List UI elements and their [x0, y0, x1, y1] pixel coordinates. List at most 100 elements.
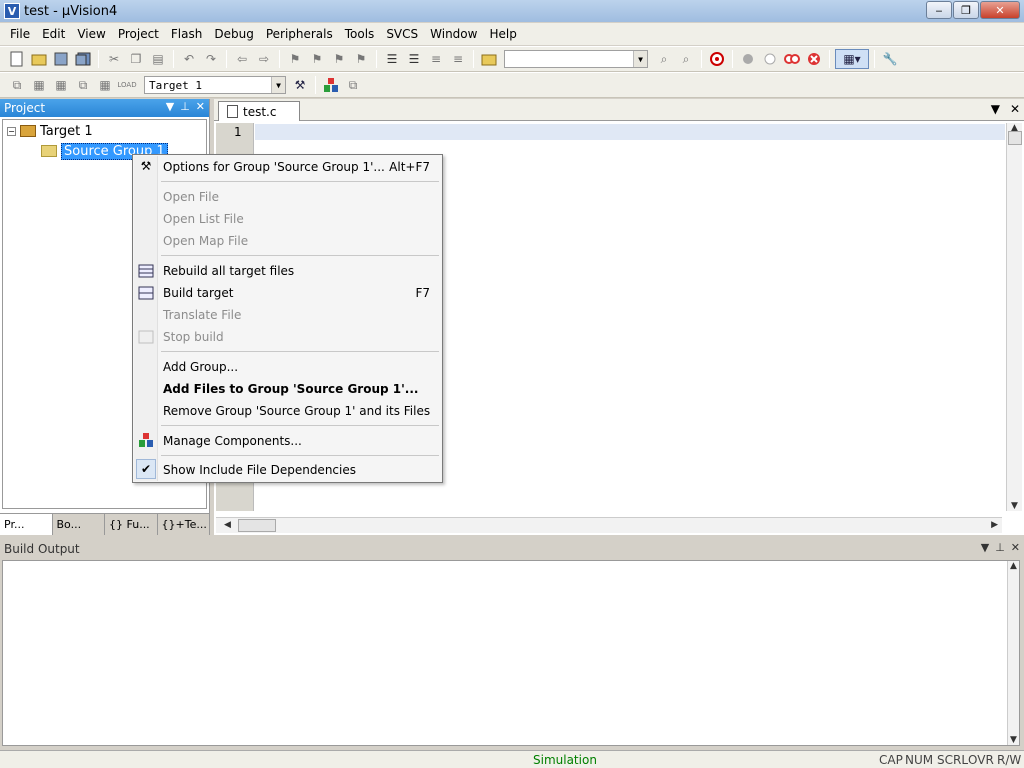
incremental-find-icon[interactable]: ⌕	[654, 49, 674, 69]
menu-flash[interactable]: Flash	[165, 24, 208, 44]
kill-breakpoints-icon[interactable]	[804, 49, 824, 69]
stop-build-icon[interactable]: ▦	[95, 75, 115, 95]
new-file-icon[interactable]	[7, 49, 27, 69]
menu-item-options-for-group[interactable]: Options for Group 'Source Group 1'... Al…	[163, 157, 438, 177]
open-folder-icon[interactable]	[29, 49, 49, 69]
close-icon[interactable]: ✕	[1011, 541, 1020, 554]
download-load-icon[interactable]: LOAD	[117, 75, 137, 95]
bookmark-clear-icon[interactable]: ⚑	[351, 49, 371, 69]
comment-icon[interactable]: ≡	[426, 49, 446, 69]
collapse-icon[interactable]: −	[7, 126, 16, 136]
scroll-left-icon[interactable]: ◀	[224, 520, 231, 530]
menu-tools[interactable]: Tools	[339, 24, 381, 44]
tab-books[interactable]: Bo...	[52, 514, 105, 535]
copy-icon[interactable]: ❐	[126, 49, 146, 69]
target-select[interactable]: Target 1 ▼	[144, 76, 286, 94]
menu-item-add-group[interactable]: Add Group...	[163, 357, 438, 377]
menu-help[interactable]: Help	[483, 24, 522, 44]
enable-breakpoint-icon[interactable]	[760, 49, 780, 69]
menu-item-show-include-deps[interactable]: Show Include File Dependencies	[163, 460, 438, 480]
menu-file[interactable]: File	[4, 24, 36, 44]
menu-project[interactable]: Project	[112, 24, 165, 44]
menu-item-translate-file[interactable]: Translate File	[163, 305, 438, 325]
translate-icon[interactable]: ⧉	[7, 75, 27, 95]
uncomment-icon[interactable]: ≡	[448, 49, 468, 69]
chevron-down-icon[interactable]: ▼	[981, 541, 989, 554]
indent-icon[interactable]: ☰	[382, 49, 402, 69]
menu-item-add-files[interactable]: Add Files to Group 'Source Group 1'...	[163, 379, 438, 399]
find-icon[interactable]: ⌕	[676, 49, 696, 69]
pin-icon[interactable]: ⊥	[995, 541, 1005, 554]
save-icon[interactable]	[51, 49, 71, 69]
scroll-thumb[interactable]	[238, 519, 276, 532]
menu-debug[interactable]: Debug	[208, 24, 259, 44]
batch-build-icon[interactable]: ⧉	[73, 75, 93, 95]
file-extensions-icon[interactable]: ⧉	[343, 75, 363, 95]
find-in-files-icon[interactable]	[479, 49, 499, 69]
menu-item-build-target[interactable]: Build target F7	[163, 283, 438, 303]
bookmark-toggle-icon[interactable]: ⚑	[285, 49, 305, 69]
build-output-title: Build Output	[4, 542, 80, 556]
chevron-down-icon[interactable]: ▼	[633, 51, 647, 67]
menu-view[interactable]: View	[71, 24, 111, 44]
tab-functions[interactable]: {} Fu...	[105, 514, 158, 535]
bookmark-next-icon[interactable]: ⚑	[329, 49, 349, 69]
menu-item-manage-components[interactable]: Manage Components...	[163, 431, 438, 451]
menu-item-rebuild-all[interactable]: Rebuild all target files	[163, 261, 438, 281]
insert-breakpoint-icon[interactable]	[738, 49, 758, 69]
undo-icon[interactable]: ↶	[179, 49, 199, 69]
cut-icon[interactable]: ✂	[104, 49, 124, 69]
scroll-down-icon[interactable]: ▼	[1011, 501, 1018, 511]
debug-session-icon[interactable]	[707, 49, 727, 69]
configure-wrench-icon[interactable]: 🔧	[880, 49, 900, 69]
project-panel-tabs: Pr... Bo... {} Fu... {}+Te...	[0, 513, 210, 535]
menu-item-stop-build[interactable]: Stop build	[163, 327, 438, 347]
chevron-down-icon[interactable]: ▼	[166, 100, 174, 113]
menu-svcs[interactable]: SVCS	[380, 24, 424, 44]
close-button[interactable]: ✕	[980, 1, 1020, 19]
menu-item-open-list-file[interactable]: Open List File	[163, 209, 438, 229]
disable-breakpoints-icon[interactable]	[782, 49, 802, 69]
menu-edit[interactable]: Edit	[36, 24, 71, 44]
menu-item-remove-group[interactable]: Remove Group 'Source Group 1' and its Fi…	[163, 401, 438, 421]
paste-icon[interactable]: ▤	[148, 49, 168, 69]
find-combo[interactable]: ▼	[504, 50, 648, 68]
scroll-thumb[interactable]	[1008, 131, 1022, 145]
build-icon[interactable]: ▦	[29, 75, 49, 95]
tab-project[interactable]: Pr...	[0, 514, 53, 535]
scroll-right-icon[interactable]: ▶	[991, 520, 998, 530]
horizontal-scrollbar[interactable]: ◀ ▶	[216, 517, 1002, 533]
build-output-text[interactable]: ▲ ▼	[2, 560, 1020, 746]
nav-forward-icon[interactable]: ⇨	[254, 49, 274, 69]
nav-back-icon[interactable]: ⇦	[232, 49, 252, 69]
menu-item-open-map-file[interactable]: Open Map File	[163, 231, 438, 251]
window-title: test - µVision4	[24, 3, 118, 19]
current-line-highlight[interactable]	[255, 124, 1005, 140]
scroll-down-icon[interactable]: ▼	[1010, 735, 1017, 745]
chevron-down-icon[interactable]: ▼	[271, 77, 285, 93]
tree-item-target[interactable]: − Target 1	[7, 122, 93, 140]
scroll-up-icon[interactable]: ▲	[1010, 561, 1017, 571]
rebuild-icon[interactable]: ▦	[51, 75, 71, 95]
menu-item-open-file[interactable]: Open File	[163, 187, 438, 207]
manage-components-icon[interactable]	[321, 75, 341, 95]
close-icon[interactable]: ✕	[1010, 102, 1020, 116]
minimize-button[interactable]: ‒	[926, 1, 952, 19]
tab-test-c[interactable]: test.c	[218, 101, 300, 121]
menu-peripherals[interactable]: Peripherals	[260, 24, 339, 44]
target-options-icon[interactable]: ⚒	[290, 75, 310, 95]
redo-icon[interactable]: ↷	[201, 49, 221, 69]
chevron-down-icon[interactable]: ▼	[991, 102, 1000, 116]
tab-templates[interactable]: {}+Te...	[157, 514, 210, 535]
close-icon[interactable]: ✕	[196, 100, 205, 113]
pin-icon[interactable]: ⊥	[180, 100, 190, 113]
menu-window[interactable]: Window	[424, 24, 483, 44]
status-scrl: SCRL	[937, 753, 969, 767]
save-all-icon[interactable]	[73, 49, 93, 69]
maximize-button[interactable]: ❐	[953, 1, 979, 19]
vertical-scrollbar[interactable]: ▲ ▼	[1007, 561, 1019, 745]
unindent-icon[interactable]: ☰	[404, 49, 424, 69]
vertical-scrollbar[interactable]: ▲ ▼	[1006, 123, 1022, 511]
window-layout-icon[interactable]: ▦▾	[835, 49, 869, 69]
bookmark-prev-icon[interactable]: ⚑	[307, 49, 327, 69]
